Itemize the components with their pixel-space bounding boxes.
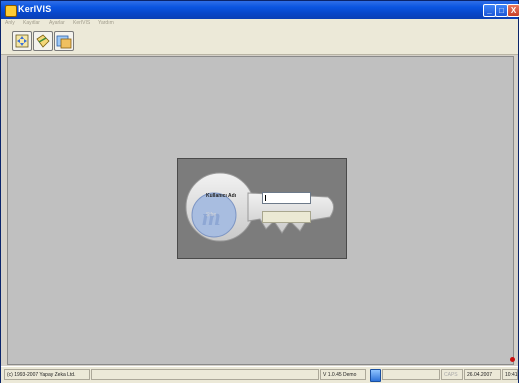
status-led-icon: [510, 357, 515, 362]
status-caps: CAPS: [441, 369, 463, 380]
login-panel: m Kullanıcı Adı Şifre: [177, 158, 347, 259]
username-field[interactable]: [262, 192, 311, 204]
password-label: Şifre: [206, 212, 217, 218]
menu-item-anly[interactable]: Anly: [5, 19, 15, 28]
move-icon: [15, 34, 29, 48]
tag-button[interactable]: [33, 31, 53, 51]
menu-item-yardim[interactable]: Yardım: [98, 19, 114, 28]
main-area: m Kullanıcı Adı Şifre: [7, 56, 514, 365]
svg-text:m: m: [202, 205, 221, 231]
status-empty-panel: [91, 369, 319, 380]
app-icon: [5, 5, 17, 17]
records-button[interactable]: [54, 31, 74, 51]
close-button[interactable]: X: [507, 4, 519, 17]
username-label: Kullanıcı Adı: [206, 193, 237, 199]
status-version: V 1.0.45 Demo: [320, 369, 366, 380]
status-time: 10:41: [502, 369, 518, 380]
menu-bar: Anly Kayıtlar Ayarlar KerIVIS Yardım: [1, 19, 518, 28]
window-title: KerIVIS: [18, 4, 52, 14]
move-button[interactable]: [12, 31, 32, 51]
status-bar: (c) 1993-2007 Yapay Zeka Ltd. V 1.0.45 D…: [1, 366, 518, 383]
title-bar[interactable]: KerIVIS _ □ X: [1, 1, 519, 19]
status-empty-panel-2: [382, 369, 440, 380]
status-copyright: (c) 1993-2007 Yapay Zeka Ltd.: [4, 369, 90, 380]
key-logo-icon: m: [185, 172, 334, 242]
app-window: KerIVIS _ □ X Anly Kayıtlar Ayarlar KerI…: [0, 0, 519, 383]
records-icon: [56, 35, 72, 49]
toolbar: [1, 28, 518, 55]
status-date: 26.04.2007: [464, 369, 501, 380]
password-field[interactable]: [262, 211, 311, 223]
connection-icon: [370, 369, 381, 382]
menu-item-kerivis[interactable]: KerIVIS: [73, 19, 90, 28]
menu-item-kayitlar[interactable]: Kayıtlar: [23, 19, 40, 28]
tag-icon: [36, 34, 50, 48]
menu-item-ayarlar[interactable]: Ayarlar: [49, 19, 65, 28]
text-caret: [265, 195, 266, 201]
